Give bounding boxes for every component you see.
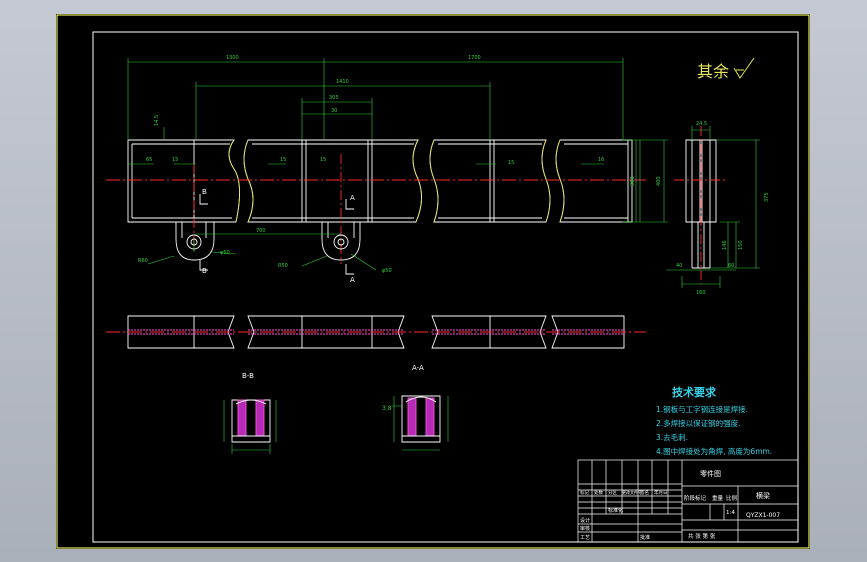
- dim-65: 65: [146, 157, 152, 163]
- rev-count: 处数: [594, 489, 603, 496]
- dim-1700: 1700: [468, 55, 481, 61]
- dim-146: 146: [722, 240, 728, 250]
- dim-15-a: 15: [172, 157, 178, 163]
- section-b-bottom: B: [202, 267, 207, 275]
- dim-24-5: 24.5: [696, 121, 707, 127]
- dim-1410: 1410: [336, 79, 349, 85]
- top-view: [106, 315, 646, 349]
- dim-r60: R60: [138, 258, 148, 264]
- section-aa: [401, 395, 441, 443]
- section-a-top: A: [350, 194, 355, 202]
- section-bb-label: B-B: [242, 372, 254, 380]
- title-scale-value: 1:4: [726, 510, 735, 516]
- dim-16: 16: [598, 157, 604, 163]
- cad-viewport: 1300 1700 1410 305 30 65 15 15 15 15 16 …: [0, 0, 867, 562]
- dim-1300: 1300: [226, 55, 239, 61]
- rev-sign: 签名: [640, 489, 649, 496]
- section-a-bottom: A: [350, 276, 355, 284]
- dim-30: 30: [331, 108, 337, 114]
- dim-phi50-a: φ50: [220, 250, 230, 256]
- title-review: 审核: [580, 525, 590, 532]
- dim-375: 375: [764, 192, 770, 202]
- title-craft: 工艺: [580, 535, 590, 541]
- dim-40: 40: [676, 263, 682, 269]
- tech-req-item-1: 1.钢板与工字钢连接是焊接.: [656, 404, 748, 414]
- tech-req-item-2: 2.多焊接以保证钢的强度.: [656, 418, 741, 428]
- tech-req-title: 技术要求: [672, 385, 717, 399]
- title-drawing-name: 横梁: [756, 491, 770, 500]
- title-design: 设计: [580, 517, 590, 524]
- title-approve: 批准: [640, 534, 650, 541]
- tech-req-item-4: 4.图中焊接处为角焊, 高度为6mm.: [656, 446, 772, 456]
- rev-zone: 分区: [608, 489, 617, 496]
- outer-frame: [56, 14, 810, 549]
- dim-15-b: 15: [280, 157, 286, 163]
- title-stage-label: 阶段标记: [684, 494, 707, 502]
- title-std: 标准化: [608, 507, 623, 514]
- title-part-drawing: 零件图: [700, 469, 721, 478]
- roughness-symbol-icon: [733, 57, 755, 79]
- rev-doc: 更改文件号: [622, 489, 642, 495]
- dim-3-8: 3.8: [382, 405, 392, 412]
- dim-14-5: 14.5: [154, 115, 160, 126]
- dim-60: 60: [728, 263, 734, 269]
- title-scale-header: 比例: [726, 494, 738, 502]
- side-view: [674, 126, 728, 284]
- section-b-top: B: [202, 188, 207, 196]
- dim-305: 305: [329, 95, 339, 101]
- section-bb: [231, 399, 271, 443]
- tech-req-item-3: 3.去毛刺.: [656, 432, 688, 442]
- rev-mark: 标记: [580, 489, 589, 496]
- dim-r50: R50: [278, 263, 288, 269]
- front-view: [106, 139, 646, 275]
- drawing-sheet: 1300 1700 1410 305 30 65 15 15 15 15 16 …: [56, 14, 810, 549]
- title-sheets: 共 张 第 张: [688, 532, 716, 540]
- title-weight-header: 重量: [712, 494, 724, 502]
- section-aa-label: A-A: [412, 364, 424, 372]
- dim-phi50-b: φ50: [382, 268, 392, 274]
- dim-400: 400: [656, 176, 662, 186]
- dim-300: 300: [630, 176, 636, 186]
- title-drawing-no: QYZX1-007: [746, 512, 780, 519]
- inner-frame: [92, 31, 799, 543]
- dim-15-d: 15: [508, 160, 514, 166]
- dim-160: 160: [696, 290, 706, 296]
- rev-date: 年月日: [654, 489, 668, 496]
- cad-drawing: 1300 1700 1410 305 30 65 15 15 15 15 16 …: [56, 14, 810, 549]
- surface-finish-label: 其余: [697, 62, 729, 81]
- dim-700: 700: [256, 228, 266, 234]
- dim-15-c: 15: [320, 157, 326, 163]
- front-dimensions: [127, 58, 668, 271]
- dim-150: 150: [738, 240, 744, 250]
